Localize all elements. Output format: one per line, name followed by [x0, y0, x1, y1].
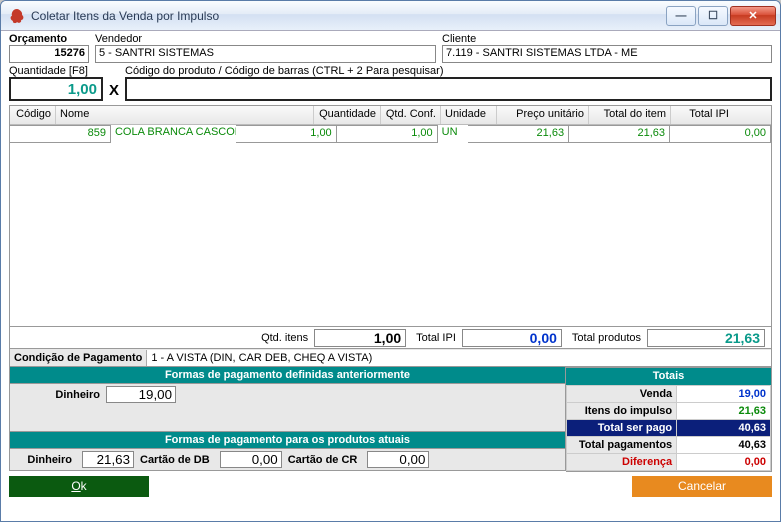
apagar-value: 40,63 [677, 420, 771, 437]
orcamento-value: 15276 [9, 45, 89, 63]
codigo-input[interactable] [125, 77, 772, 101]
col-quantidade[interactable]: Quantidade [314, 106, 381, 124]
row-venda: Venda 19,00 [567, 386, 771, 403]
cell-codigo: 859 [10, 125, 111, 143]
col-nome[interactable]: Nome [56, 106, 314, 124]
grid-body[interactable]: 859 COLA BRANCA CASCOREZ EXTRA-1KG 1,00 … [10, 125, 771, 326]
maximize-button[interactable]: ☐ [698, 6, 728, 26]
footer: Ok Cancelar [9, 476, 772, 497]
col-total-item[interactable]: Total do item [589, 106, 671, 124]
ok-button[interactable]: Ok [9, 476, 149, 497]
formas-atuais-title: Formas de pagamento para os produtos atu… [9, 432, 566, 449]
cliente-value: 7.119 - SANTRI SISTEMAS LTDA - ME [442, 45, 772, 63]
items-grid: Código Nome Quantidade Qtd. Conf. Unidad… [9, 105, 772, 327]
cartao-db-label: Cartão de DB [140, 454, 214, 466]
totals-bar: Qtd. itens Total IPI Total produtos [9, 327, 772, 349]
dif-value: 0,00 [677, 454, 771, 471]
cancel-button[interactable]: Cancelar [632, 476, 772, 497]
dinheiro-atual-input[interactable] [82, 451, 134, 468]
totais-title: Totais [566, 368, 771, 385]
total-produtos-value [647, 329, 765, 347]
vendedor-label: Vendedor [95, 33, 436, 45]
cell-nome: COLA BRANCA CASCOREZ EXTRA-1KG [111, 125, 236, 143]
grid-header: Código Nome Quantidade Qtd. Conf. Unidad… [10, 106, 771, 125]
condicao-value: 1 - A VISTA (DIN, CAR DEB, CHEQ A VISTA) [146, 350, 771, 366]
titlebar[interactable]: Coletar Itens da Venda por Impulso — ☐ ✕ [1, 1, 780, 31]
total-ipi-label: Total IPI [412, 332, 456, 344]
cartao-cr-input[interactable] [367, 451, 429, 468]
col-unidade[interactable]: Unidade [441, 106, 497, 124]
dinheiro-atual-label: Dinheiro [14, 454, 76, 466]
col-total-ipi[interactable]: Total IPI [671, 106, 733, 124]
total-produtos-label: Total produtos [568, 332, 641, 344]
dinheiro-ant-input[interactable] [106, 386, 176, 403]
formas-anteriores-body: Dinheiro [9, 384, 566, 432]
app-icon [9, 8, 25, 24]
window-buttons: — ☐ ✕ [664, 6, 776, 26]
totals-table: Venda 19,00 Itens do impulso 21,63 Total… [566, 385, 771, 471]
totpag-value: 40,63 [677, 437, 771, 454]
totpag-label: Total pagamentos [567, 437, 677, 454]
col-preco-unitario[interactable]: Preço unitário [497, 106, 589, 124]
col-qtd-conf[interactable]: Qtd. Conf. [381, 106, 441, 124]
row-diferenca: Diferença 0,00 [567, 454, 771, 471]
row-total-pagamentos: Total pagamentos 40,63 [567, 437, 771, 454]
window-title: Coletar Itens da Venda por Impulso [31, 9, 664, 23]
quantidade-input[interactable] [9, 77, 103, 101]
cell-total-ipi: 0,00 [670, 125, 771, 143]
window: Coletar Itens da Venda por Impulso — ☐ ✕… [0, 0, 781, 522]
minimize-button[interactable]: — [666, 6, 696, 26]
cell-total-item: 21,63 [569, 125, 670, 143]
cell-unidade: UN [438, 125, 468, 143]
qtd-itens-value [314, 329, 406, 347]
formas-atuais-body: Dinheiro Cartão de DB Cartão de CR [9, 449, 566, 471]
quantidade-label: Quantidade [F8] [9, 65, 103, 77]
codigo-label: Código do produto / Código de barras (CT… [125, 65, 772, 77]
condicao-label: Condição de Pagamento [10, 352, 146, 364]
vendedor-value: 5 - SANTRI SISTEMAS [95, 45, 436, 63]
total-ipi-value [462, 329, 562, 347]
formas-anteriores-title: Formas de pagamento definidas anteriorme… [9, 367, 566, 384]
impulso-label: Itens do impulso [567, 403, 677, 420]
venda-label: Venda [567, 386, 677, 403]
content: Orçamento 15276 Vendedor 5 - SANTRI SIST… [1, 31, 780, 497]
condicao-pagamento-row: Condição de Pagamento 1 - A VISTA (DIN, … [9, 349, 772, 367]
cell-preco: 21,63 [468, 125, 569, 143]
row-impulso: Itens do impulso 21,63 [567, 403, 771, 420]
col-codigo[interactable]: Código [10, 106, 56, 124]
cliente-label: Cliente [442, 33, 772, 45]
dinheiro-ant-label: Dinheiro [14, 389, 106, 401]
multiply-symbol: X [109, 82, 119, 99]
impulso-value: 21,63 [677, 403, 771, 420]
cartao-cr-label: Cartão de CR [288, 454, 362, 466]
table-row[interactable]: 859 COLA BRANCA CASCOREZ EXTRA-1KG 1,00 … [10, 125, 771, 143]
row-total-ser-pago: Total ser pago 40,63 [567, 420, 771, 437]
orcamento-label: Orçamento [9, 33, 89, 45]
cartao-db-input[interactable] [220, 451, 282, 468]
dif-label: Diferença [567, 454, 677, 471]
qtd-itens-label: Qtd. itens [257, 332, 308, 344]
venda-value: 19,00 [677, 386, 771, 403]
apagar-label: Total ser pago [567, 420, 677, 437]
cell-qtd-conf: 1,00 [337, 125, 438, 143]
cell-quantidade: 1,00 [236, 125, 337, 143]
close-button[interactable]: ✕ [730, 6, 776, 26]
